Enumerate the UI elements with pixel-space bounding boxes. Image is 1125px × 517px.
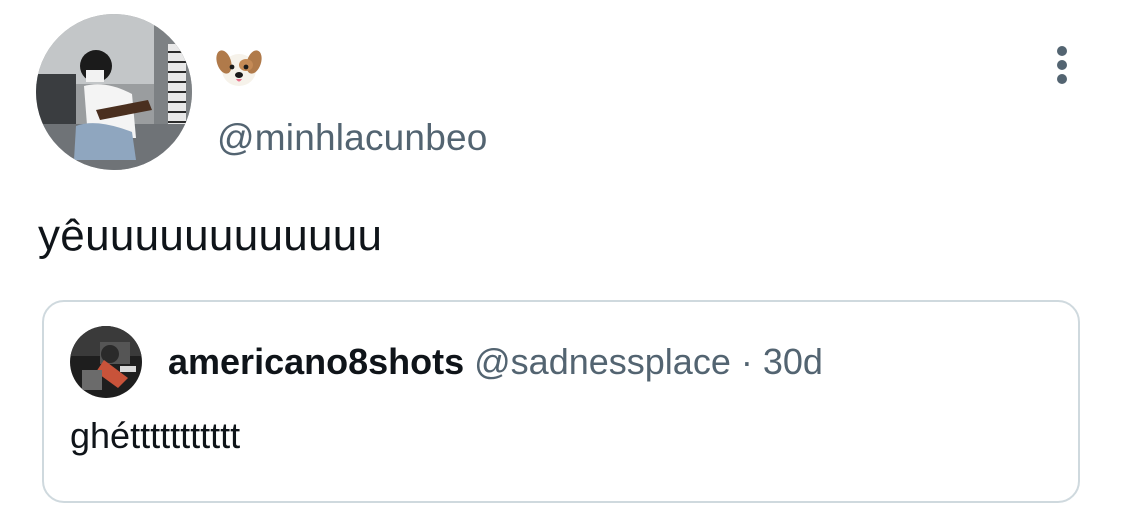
quoted-timestamp[interactable]: 30d bbox=[763, 341, 823, 382]
quoted-tweet-card[interactable]: americano8shots @sadnessplace · 30d ghét… bbox=[42, 300, 1080, 503]
author-handle[interactable]: @minhlacunbeo bbox=[217, 116, 488, 160]
more-options-button[interactable] bbox=[1046, 42, 1078, 88]
author-avatar[interactable] bbox=[36, 14, 192, 170]
quoted-author-avatar-photo bbox=[70, 326, 142, 398]
display-name[interactable] bbox=[216, 46, 262, 90]
tweet-text: yêuuuuuuuuuuuu bbox=[38, 211, 383, 260]
author-avatar-photo bbox=[36, 14, 192, 170]
dog-face-icon bbox=[216, 50, 262, 86]
quoted-tweet-header: americano8shots @sadnessplace · 30d bbox=[168, 340, 823, 384]
quoted-handle[interactable]: @sadnessplace bbox=[474, 341, 731, 382]
quoted-author-avatar[interactable] bbox=[70, 326, 142, 398]
quoted-separator: · bbox=[740, 341, 753, 382]
quoted-tweet-text: ghéttttttttttt bbox=[70, 415, 241, 456]
quoted-display-name[interactable]: americano8shots bbox=[168, 341, 464, 382]
